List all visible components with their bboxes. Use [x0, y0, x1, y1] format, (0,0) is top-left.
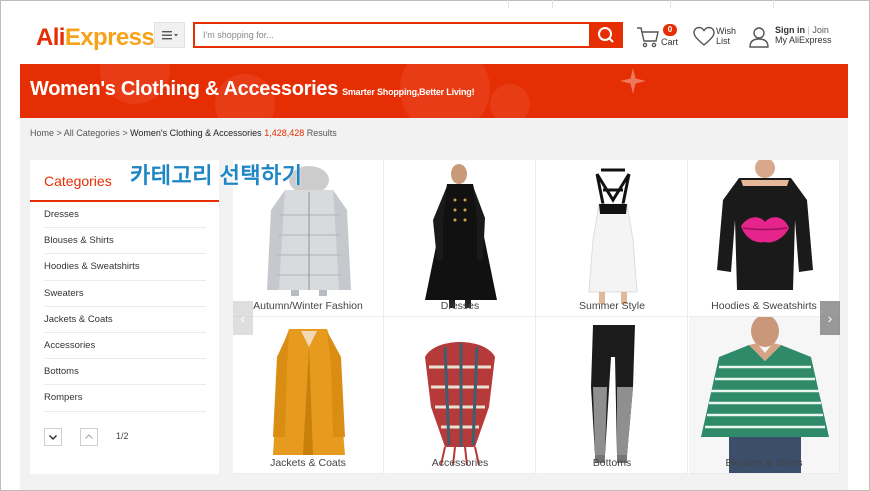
tile-hoodies-sweatshirts[interactable]: Hoodies & Sweatshirts: [689, 160, 840, 317]
yellow-coat-image: [273, 329, 345, 455]
plaid-scarf-image: [425, 342, 495, 466]
tile-blouses-shirts[interactable]: Blouses & Shirts: [689, 317, 840, 474]
category-item-jackets-coats[interactable]: Jackets & Coats: [44, 307, 206, 333]
user-icon: [749, 27, 769, 48]
breadcrumb: Home > All Categories > Women's Clothing…: [30, 128, 337, 138]
category-item-accessories[interactable]: Accessories: [44, 333, 206, 360]
wish-label-line1: Wish: [716, 26, 736, 36]
category-menu-button[interactable]: [154, 22, 185, 48]
category-banner: Women's Clothing & Accessories Smarter Sh…: [20, 64, 848, 118]
search-button[interactable]: [589, 22, 623, 48]
cart-label: Cart: [661, 37, 679, 47]
banner-title: Women's Clothing & Accessories Smarter Sh…: [30, 78, 475, 101]
category-item-dresses[interactable]: Dresses: [44, 202, 206, 229]
tile-label: Jackets & Coats: [270, 457, 346, 469]
cart-icon: [637, 27, 659, 48]
category-item-hoodies-sweatshirts[interactable]: Hoodies & Sweatshirts: [44, 254, 206, 281]
carousel-prev-button[interactable]: ‹: [233, 301, 253, 335]
search-icon: [598, 27, 614, 43]
striped-shirt-image: [689, 317, 839, 473]
wish-label-line2: List: [716, 36, 731, 46]
results-count: 1,428,428: [264, 128, 305, 138]
white-halter-dress-image: [588, 168, 638, 304]
heart-icon: [693, 26, 715, 46]
pager-prev-button[interactable]: [80, 428, 98, 446]
category-item-bottoms[interactable]: Bottoms: [44, 359, 206, 386]
pager-next-button[interactable]: [44, 428, 62, 446]
join-separator: |: [807, 25, 810, 35]
wish-list-label: Wish List: [716, 26, 736, 46]
tile-bottoms[interactable]: Bottoms: [537, 317, 688, 474]
tile-label: Hoodies & Sweatshirts: [711, 300, 817, 312]
account-area: Sign in | Join My AliExpress: [749, 25, 849, 51]
black-coat-dress-image: [425, 164, 497, 308]
header: AliExpress™ 0 Cart Wish List Sign in | J…: [20, 8, 848, 64]
logo-part2: Express: [64, 24, 155, 51]
category-tile-grid: Autumn/Winter Fashion Dresses Summer Sty…: [233, 160, 840, 474]
chevron-down-icon: [48, 434, 58, 441]
tile-label: Dresses: [440, 300, 480, 312]
category-list: Dresses Blouses & Shirts Hoodies & Sweat…: [44, 202, 206, 412]
breadcrumb-home[interactable]: Home: [30, 128, 54, 138]
tile-accessories[interactable]: Accessories: [385, 317, 536, 474]
search-bar: [193, 22, 591, 48]
cart-button[interactable]: 0 Cart: [636, 24, 680, 51]
lips-sweatshirt-image: [717, 160, 813, 290]
breadcrumb-sep: >: [119, 128, 131, 138]
cart-count-badge: 0: [663, 24, 677, 36]
chevron-left-icon: ‹: [240, 310, 246, 326]
tile-label: Autumn/Winter Fashion: [253, 300, 363, 312]
categories-sidebar: Categories Dresses Blouses & Shirts Hood…: [30, 160, 219, 474]
wish-list-button[interactable]: Wish List: [693, 25, 741, 51]
join-link[interactable]: Join: [812, 25, 829, 35]
search-input[interactable]: [195, 24, 591, 46]
category-item-blouses-shirts[interactable]: Blouses & Shirts: [44, 228, 206, 255]
banner-title-text: Women's Clothing & Accessories: [30, 78, 339, 100]
my-aliexpress-link[interactable]: My AliExpress: [775, 35, 832, 45]
tile-label: Bottoms: [592, 457, 632, 469]
hamburger-menu-icon: [161, 27, 179, 43]
tile-label: Accessories: [431, 457, 489, 469]
breadcrumb-sep: >: [54, 128, 64, 138]
tile-summer-style[interactable]: Summer Style: [537, 160, 688, 317]
carousel-next-button[interactable]: ›: [820, 301, 840, 335]
banner-subtitle: Smarter Shopping,Better Living!: [342, 87, 475, 97]
pager-page-indicator: 1/2: [116, 431, 129, 441]
results-label: Results: [304, 128, 337, 138]
leggings-image: [591, 325, 635, 463]
sparkle-icon: [620, 68, 646, 94]
account-label: Sign in | Join My AliExpress: [775, 25, 832, 45]
aliexpress-logo[interactable]: AliExpress™: [36, 24, 164, 52]
annotation-overlay: 카테고리 선택하기: [130, 163, 303, 188]
logo-part1: Ali: [36, 24, 65, 51]
categories-title: Categories: [44, 173, 112, 189]
tile-label: Blouses & Shirts: [725, 457, 803, 469]
category-item-rompers[interactable]: Rompers: [44, 385, 206, 412]
tile-jackets-coats[interactable]: Jackets & Coats: [233, 317, 384, 474]
tile-label: Summer Style: [579, 300, 645, 312]
breadcrumb-all-categories[interactable]: All Categories: [64, 128, 120, 138]
breadcrumb-current: Women's Clothing & Accessories: [130, 128, 262, 138]
tile-dresses[interactable]: Dresses: [385, 160, 536, 317]
chevron-right-icon: ›: [827, 310, 833, 326]
category-item-sweaters[interactable]: Sweaters: [44, 281, 206, 307]
sign-in-link[interactable]: Sign in: [775, 25, 805, 35]
chevron-up-icon: [85, 434, 93, 439]
